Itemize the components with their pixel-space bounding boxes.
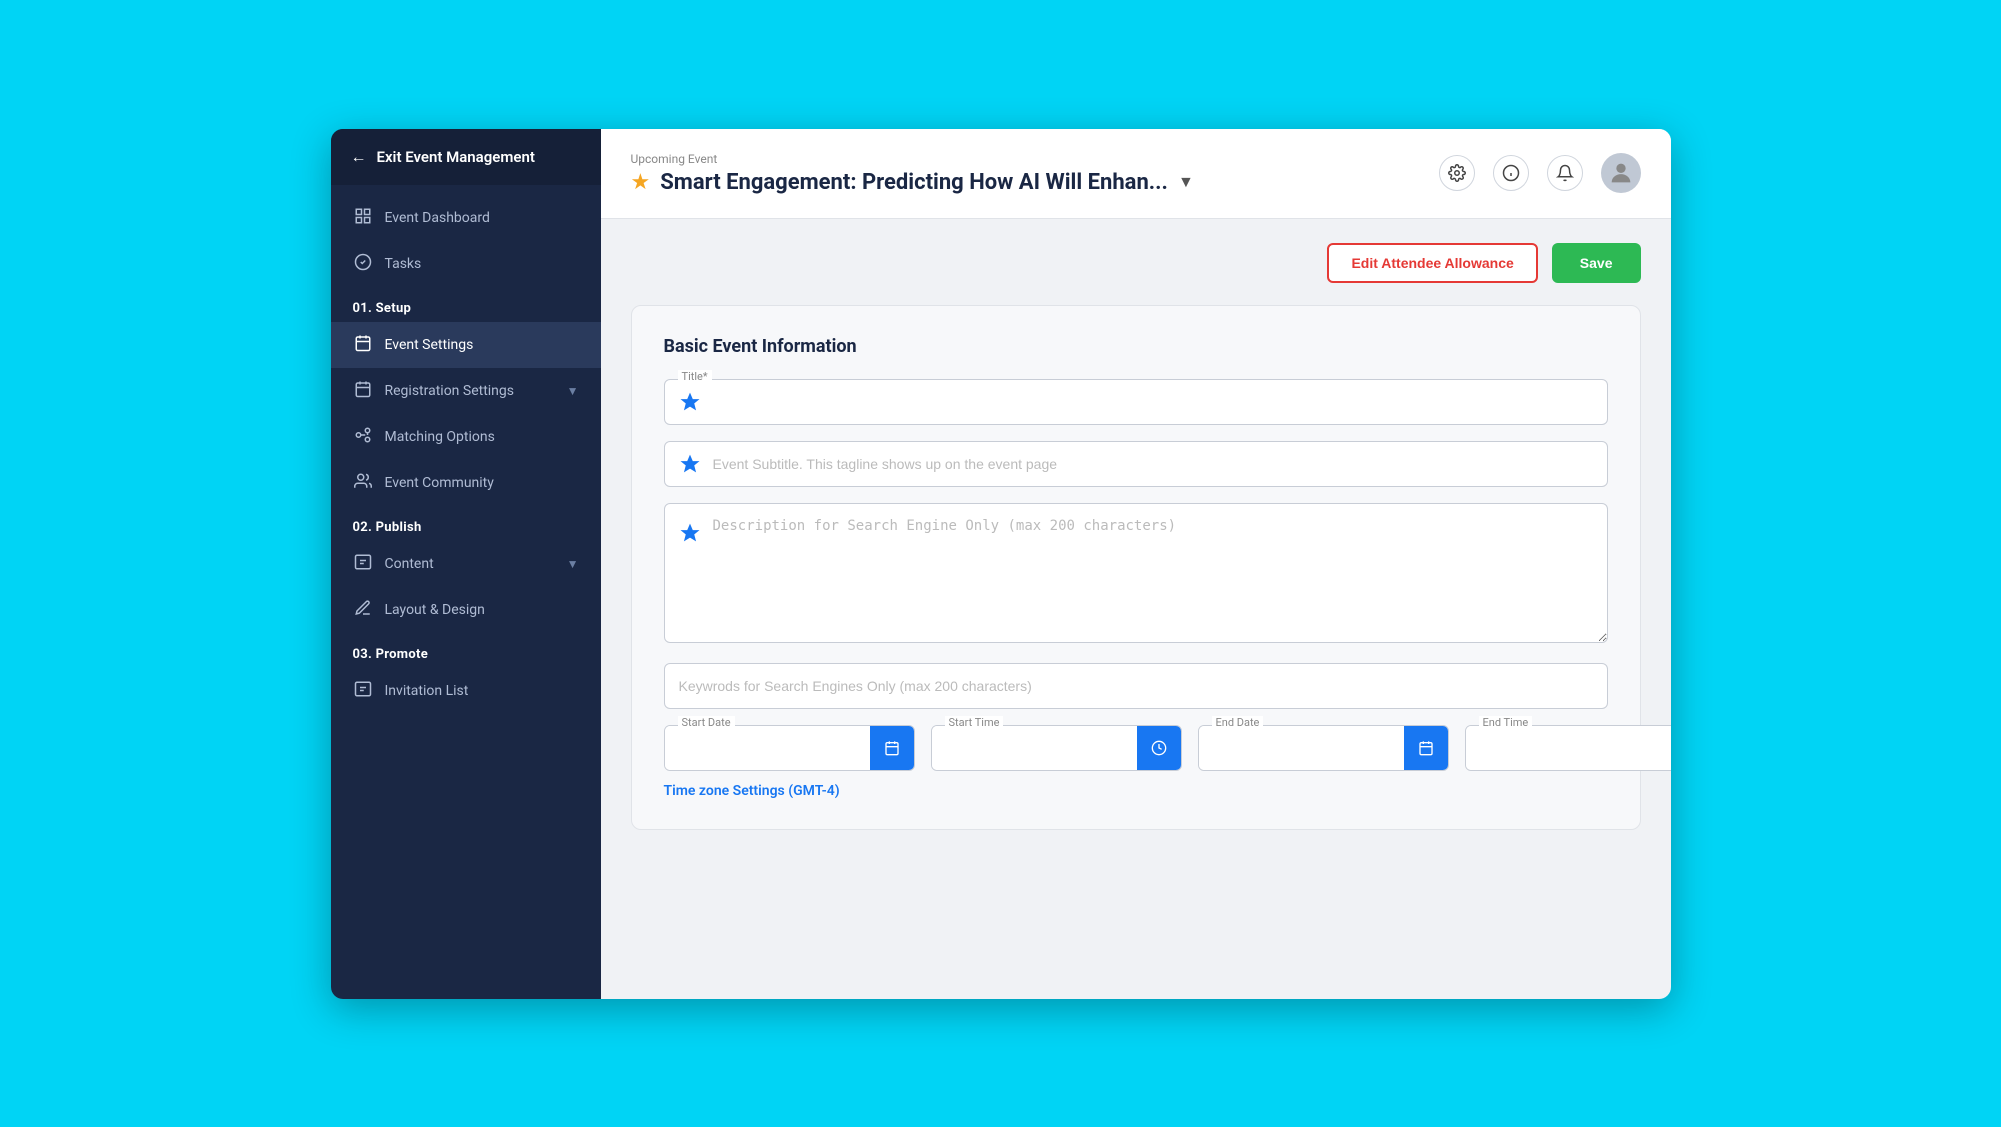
ai-icon-description (678, 521, 702, 545)
content-icon (353, 553, 373, 575)
end-time-label: End Time (1479, 716, 1533, 729)
sidebar-item-label: Event Dashboard (385, 210, 490, 226)
sidebar-item-label: Registration Settings (385, 383, 515, 399)
sidebar-item-label: Invitation List (385, 683, 469, 699)
sidebar-item-label: Event Settings (385, 337, 474, 353)
keywords-field (664, 663, 1608, 709)
sidebar-item-invitation-list[interactable]: Invitation List (331, 668, 601, 714)
chevron-down-icon: ▼ (567, 384, 579, 398)
sidebar-item-registration-settings[interactable]: Registration Settings ▼ (331, 368, 601, 414)
subtitle-field (664, 441, 1608, 487)
end-date-field: End Date 2023-08-03 (1198, 725, 1449, 771)
sidebar-item-label: Event Community (385, 475, 494, 491)
timezone-settings-link[interactable]: Time zone Settings (GMT-4) (664, 783, 840, 799)
start-time-picker-button[interactable] (1137, 726, 1181, 770)
exit-event-management-button[interactable]: ← Exit Event Management (331, 129, 601, 185)
main-content: Upcoming Event ★ Smart Engagement: Predi… (601, 129, 1671, 999)
description-input[interactable] (664, 503, 1608, 643)
end-date-input[interactable]: 2023-08-03 (1199, 726, 1404, 770)
edit-attendee-allowance-button[interactable]: Edit Attendee Allowance (1327, 243, 1537, 283)
topbar: Upcoming Event ★ Smart Engagement: Predi… (601, 129, 1671, 219)
save-button[interactable]: Save (1552, 243, 1641, 283)
start-date-wrapper: 2023-08-03 (664, 725, 915, 771)
end-time-input[interactable]: 13:15 (1466, 726, 1671, 770)
subtitle-input[interactable] (664, 441, 1608, 487)
registration-icon (353, 380, 373, 402)
upcoming-label: Upcoming Event (631, 152, 1439, 166)
end-date-wrapper: 2023-08-03 (1198, 725, 1449, 771)
promote-section-header: 03. Promote (331, 633, 601, 668)
info-button[interactable] (1493, 155, 1529, 191)
avatar[interactable] (1601, 153, 1641, 193)
action-bar: Edit Attendee Allowance Save (631, 243, 1641, 283)
settings-button[interactable] (1439, 155, 1475, 191)
topbar-title-row: ★ Smart Engagement: Predicting How AI Wi… (631, 170, 1439, 195)
form-section-title: Basic Event Information (664, 336, 1608, 357)
title-field: Title* Smart Engagement: Predicting How … (664, 379, 1608, 425)
end-time-field: End Time 13:15 (1465, 725, 1671, 771)
back-icon: ← (351, 147, 367, 167)
start-time-label: Start Time (945, 716, 1004, 729)
sidebar-item-event-community[interactable]: Event Community (331, 460, 601, 506)
end-date-picker-button[interactable] (1404, 726, 1448, 770)
app-container: ← Exit Event Management Event Dashboard … (331, 129, 1671, 999)
sidebar-nav: Event Dashboard Tasks 01. Setup Event Se… (331, 185, 601, 999)
event-settings-icon (353, 334, 373, 356)
start-date-input[interactable]: 2023-08-03 (665, 726, 870, 770)
title-input[interactable]: Smart Engagement: Predicting How AI Will… (664, 379, 1608, 425)
publish-section-header: 02. Publish (331, 506, 601, 541)
start-time-field: Start Time 12:00 (931, 725, 1182, 771)
chevron-down-icon[interactable]: ▼ (1178, 172, 1194, 192)
chevron-down-icon: ▼ (567, 557, 579, 571)
setup-section-header: 01. Setup (331, 287, 601, 322)
datetime-row: Start Date 2023-08-03 Start Time 12:00 (664, 725, 1608, 771)
tasks-icon (353, 253, 373, 275)
sidebar-item-label: Tasks (385, 256, 422, 272)
topbar-actions (1439, 153, 1641, 193)
sidebar-item-label: Matching Options (385, 429, 495, 445)
sidebar: ← Exit Event Management Event Dashboard … (331, 129, 601, 999)
keywords-input[interactable] (664, 663, 1608, 709)
invitation-icon (353, 680, 373, 702)
page-title: Smart Engagement: Predicting How AI Will… (660, 170, 1168, 195)
start-date-field: Start Date 2023-08-03 (664, 725, 915, 771)
topbar-left: Upcoming Event ★ Smart Engagement: Predi… (631, 152, 1439, 195)
sidebar-item-matching-options[interactable]: Matching Options (331, 414, 601, 460)
sidebar-item-label: Layout & Design (385, 602, 485, 618)
layout-icon (353, 599, 373, 621)
star-icon[interactable]: ★ (631, 170, 651, 195)
ai-icon-subtitle (678, 452, 702, 476)
start-date-picker-button[interactable] (870, 726, 914, 770)
form-card: Basic Event Information Title* Smart Eng… (631, 305, 1641, 830)
title-label: Title* (678, 370, 712, 383)
end-time-wrapper: 13:15 (1465, 725, 1671, 771)
start-time-input[interactable]: 12:00 (932, 726, 1137, 770)
notifications-button[interactable] (1547, 155, 1583, 191)
sidebar-item-content[interactable]: Content ▼ (331, 541, 601, 587)
sidebar-item-layout-design[interactable]: Layout & Design (331, 587, 601, 633)
description-field (664, 503, 1608, 647)
sidebar-item-event-settings[interactable]: Event Settings (331, 322, 601, 368)
matching-icon (353, 426, 373, 448)
dashboard-icon (353, 207, 373, 229)
sidebar-item-event-dashboard[interactable]: Event Dashboard (331, 195, 601, 241)
exit-label: Exit Event Management (377, 148, 535, 166)
sidebar-item-label: Content (385, 556, 434, 572)
sidebar-item-tasks[interactable]: Tasks (331, 241, 601, 287)
community-icon (353, 472, 373, 494)
end-date-label: End Date (1212, 716, 1264, 729)
content-area: Edit Attendee Allowance Save Basic Event… (601, 219, 1671, 999)
start-date-label: Start Date (678, 716, 735, 729)
start-time-wrapper: 12:00 (931, 725, 1182, 771)
ai-icon (678, 390, 702, 414)
